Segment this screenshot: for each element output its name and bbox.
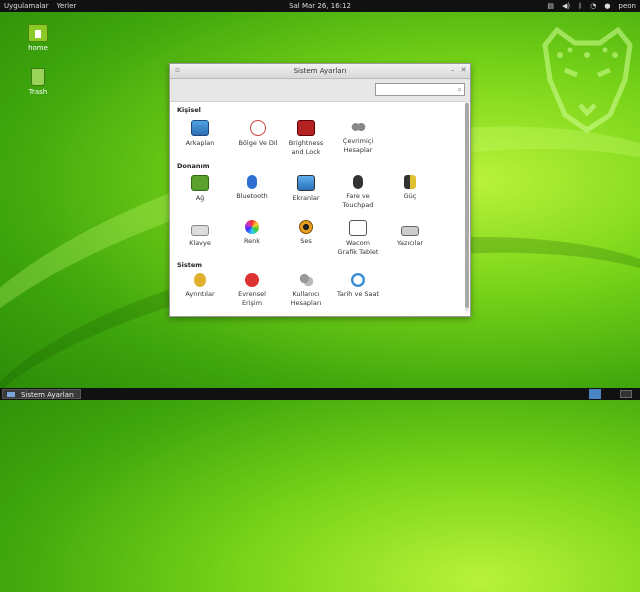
- desktop-home-icon[interactable]: home: [18, 24, 58, 52]
- mouse-icon: [353, 175, 363, 189]
- users-icon: [298, 273, 314, 287]
- item-user-accounts[interactable]: Kullanıcı Hesapları: [280, 273, 332, 308]
- item-bluetooth[interactable]: Bluetooth: [226, 175, 278, 201]
- network-icon[interactable]: ◔: [590, 2, 596, 10]
- clipboard-icon[interactable]: ▤: [547, 2, 554, 10]
- settings-window-icon: [7, 392, 15, 397]
- region-flag-icon: [250, 120, 266, 136]
- applications-menu[interactable]: Uygulamalar: [0, 2, 53, 10]
- trash-icon: [31, 68, 45, 86]
- search-input[interactable]: [376, 84, 452, 95]
- clock-icon: [351, 273, 365, 287]
- wacom-tablet-icon: [349, 220, 367, 236]
- item-power[interactable]: Güç: [384, 175, 436, 201]
- volume-icon[interactable]: ◀): [562, 2, 570, 10]
- close-icon[interactable]: ✕: [459, 66, 468, 75]
- desktop-trash-icon[interactable]: Trash: [18, 68, 58, 96]
- display-icon: [297, 175, 315, 191]
- color-wheel-icon: [245, 220, 259, 234]
- bluetooth-icon: [247, 175, 257, 189]
- section-hardware: Donanım: [177, 162, 210, 170]
- power-icon: [404, 175, 416, 189]
- item-online-accounts[interactable]: Çevrimiçi Hesaplar: [332, 120, 384, 155]
- item-sound[interactable]: Ses: [280, 220, 332, 246]
- toolbar: ⌕: [170, 79, 470, 102]
- item-printers[interactable]: Yazıcılar: [384, 220, 436, 248]
- keyboard-icon: [191, 225, 209, 236]
- desktop-trash-label: Trash: [28, 88, 48, 96]
- lock-icon: [297, 120, 315, 136]
- minimize-icon[interactable]: –: [448, 66, 457, 75]
- item-region[interactable]: Bölge Ve Dil: [232, 120, 284, 148]
- scrollbar[interactable]: [465, 101, 469, 311]
- bluetooth-icon[interactable]: ᛒ: [578, 2, 582, 10]
- desktop-home-label: home: [28, 44, 48, 52]
- settings-window: ▫ Sistem Ayarları – ✕ ⌕ Kişisel Arkaplan…: [169, 63, 471, 317]
- taskbar-item-settings[interactable]: Sistem Ayarları: [2, 389, 81, 399]
- item-brightness-lock[interactable]: Brightness and Lock: [280, 120, 332, 157]
- item-background[interactable]: Arkaplan: [174, 120, 226, 148]
- section-personal: Kişisel: [177, 106, 201, 114]
- top-panel: Uygulamalar Yerler Sal Mar 26, 16:12 ▤ ◀…: [0, 0, 640, 12]
- speaker-icon: [299, 220, 313, 234]
- network-icon: [191, 175, 209, 191]
- background-icon: [191, 120, 209, 136]
- item-wacom[interactable]: Wacom Grafik Tablet: [332, 220, 384, 257]
- user-icon: ●: [604, 2, 611, 10]
- window-titlebar[interactable]: ▫ Sistem Ayarları – ✕: [170, 64, 470, 79]
- search-box[interactable]: ⌕: [375, 83, 465, 96]
- section-system: Sistem: [177, 261, 203, 269]
- places-menu[interactable]: Yerler: [53, 2, 81, 10]
- clock[interactable]: Sal Mar 26, 16:12: [0, 2, 640, 10]
- settings-panel: Kişisel Arkaplan Bölge Ve Dil Brightness…: [170, 101, 464, 316]
- search-icon[interactable]: ⌕: [458, 84, 462, 95]
- item-details[interactable]: Ayrıntılar: [174, 273, 226, 299]
- item-date-time[interactable]: Tarih ve Saat: [332, 273, 384, 299]
- user-menu[interactable]: peon: [619, 2, 636, 10]
- item-network[interactable]: Ağ: [174, 175, 226, 203]
- item-universal-access[interactable]: Evrensel Erişim: [226, 273, 278, 308]
- item-displays[interactable]: Ekranlar: [280, 175, 332, 203]
- item-keyboard[interactable]: Klavye: [174, 220, 226, 248]
- bottom-panel: Sistem Ayarları: [0, 388, 640, 400]
- online-accounts-icon: [350, 120, 366, 134]
- accessibility-icon: [245, 273, 259, 287]
- cheetah-logo: [542, 26, 633, 134]
- item-color[interactable]: Renk: [226, 220, 278, 246]
- window-menu-icon[interactable]: ▫: [173, 66, 182, 75]
- scrollbar-thumb[interactable]: [465, 103, 469, 308]
- printer-icon: [401, 226, 419, 236]
- workspace-1[interactable]: [589, 389, 601, 399]
- details-icon: [194, 273, 206, 287]
- window-title: Sistem Ayarları: [293, 67, 347, 75]
- workspace-2[interactable]: [620, 390, 632, 398]
- item-mouse-touchpad[interactable]: Fare ve Touchpad: [332, 175, 384, 210]
- folder-home-icon: [28, 24, 48, 42]
